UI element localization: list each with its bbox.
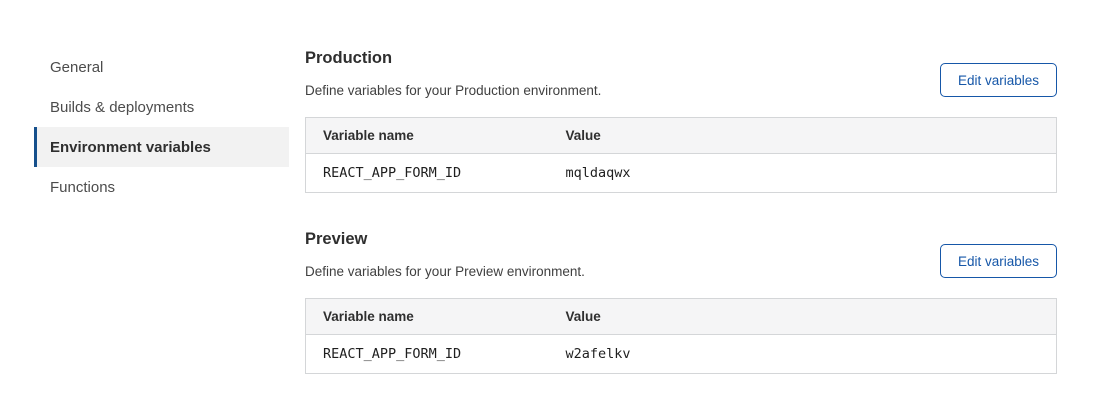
variable-value-cell: mqldaqwx [549,154,1057,193]
sidebar-item-builds-deployments[interactable]: Builds & deployments [34,87,289,127]
sidebar-item-functions[interactable]: Functions [34,167,289,207]
environment-variables-panel: Production Define variables for your Pro… [305,48,1057,374]
column-header-variable-name: Variable name [306,118,549,154]
table-row: REACT_APP_FORM_ID mqldaqwx [306,154,1057,193]
sidebar-item-environment-variables[interactable]: Environment variables [34,127,289,167]
sidebar-item-general[interactable]: General [34,47,289,87]
table-header-row: Variable name Value [306,299,1057,335]
production-variables-table: Variable name Value REACT_APP_FORM_ID mq… [305,117,1057,193]
variable-name-cell: REACT_APP_FORM_ID [306,335,549,374]
column-header-value: Value [549,118,1057,154]
settings-sidebar: General Builds & deployments Environment… [34,47,289,207]
table-header-row: Variable name Value [306,118,1057,154]
edit-variables-button-preview[interactable]: Edit variables [940,244,1057,278]
preview-section: Preview Define variables for your Previe… [305,229,1057,374]
edit-variables-button-production[interactable]: Edit variables [940,63,1057,97]
column-header-variable-name: Variable name [306,299,549,335]
variable-value-cell: w2afelkv [549,335,1057,374]
preview-variables-table: Variable name Value REACT_APP_FORM_ID w2… [305,298,1057,374]
production-section: Production Define variables for your Pro… [305,48,1057,193]
column-header-value: Value [549,299,1057,335]
variable-name-cell: REACT_APP_FORM_ID [306,154,549,193]
table-row: REACT_APP_FORM_ID w2afelkv [306,335,1057,374]
